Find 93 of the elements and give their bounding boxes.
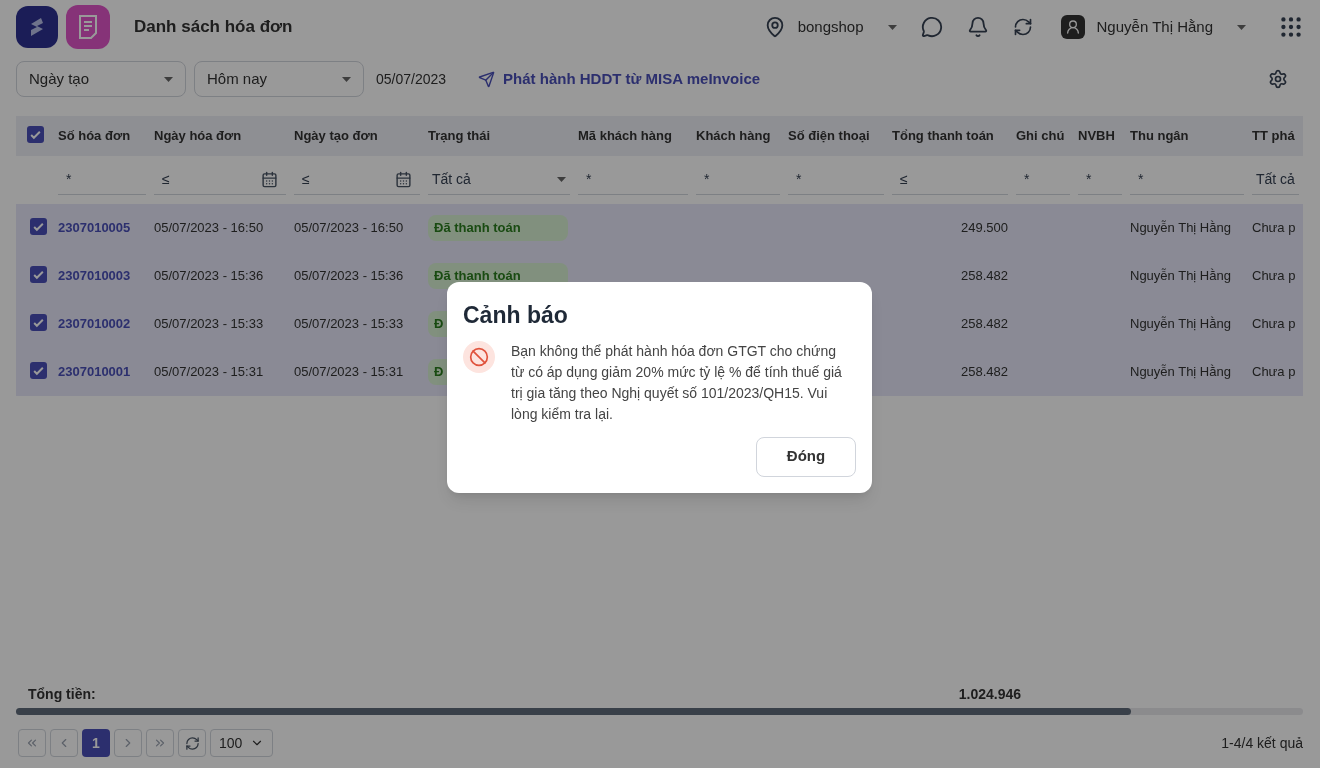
column-header: NVBH bbox=[1074, 116, 1126, 156]
refresh-icon bbox=[184, 735, 200, 751]
table-cell: 05/07/2023 - 15:36 bbox=[154, 268, 264, 284]
filter-field[interactable]: * bbox=[1024, 169, 1062, 190]
select-value: Tất cả bbox=[1256, 170, 1295, 189]
table-cell: Nguyễn Thị Hằng bbox=[1130, 316, 1231, 332]
table-cell: Chưa p bbox=[1252, 364, 1296, 380]
invoice-app-icon[interactable] bbox=[66, 5, 110, 49]
date-text: 05/07/2023 bbox=[376, 69, 447, 89]
status-badge: Đã thanh toán bbox=[428, 215, 568, 241]
column-header: Ngày tạo đơn bbox=[290, 116, 424, 156]
table-cell: 05/07/2023 - 15:36 bbox=[294, 268, 404, 284]
checkbox[interactable] bbox=[27, 125, 44, 143]
checkbox[interactable] bbox=[30, 361, 47, 379]
column-header: Khách hàng bbox=[692, 116, 784, 156]
close-button[interactable]: Đóng bbox=[756, 436, 856, 477]
total-label: Tổng tiền: bbox=[28, 684, 96, 704]
column-header: Trạng thái bbox=[424, 116, 574, 156]
checkbox[interactable] bbox=[30, 313, 47, 331]
checkbox[interactable] bbox=[30, 217, 47, 235]
page-title: Danh sách hóa đơn bbox=[134, 16, 293, 39]
column-header: Tổng thanh toán bbox=[888, 116, 1012, 156]
double-chevron-left-icon bbox=[25, 736, 39, 750]
column-header: Ngày hóa đơn bbox=[150, 116, 290, 156]
table-cell: Nguyễn Thị Hằng bbox=[1130, 268, 1231, 284]
column-header: Số hóa đơn bbox=[54, 116, 150, 156]
store-selector[interactable]: bongshop bbox=[797, 15, 864, 39]
invoice-link[interactable]: 2307010001 bbox=[58, 364, 131, 380]
sync-icon[interactable] bbox=[1012, 17, 1033, 37]
table-cell: 05/07/2023 - 16:50 bbox=[294, 220, 404, 236]
filter-field[interactable]: * bbox=[796, 169, 876, 190]
app-logo[interactable] bbox=[16, 6, 58, 48]
person-icon bbox=[1064, 19, 1081, 35]
caret-icon bbox=[342, 76, 351, 82]
invoice-link[interactable]: 2307010002 bbox=[58, 316, 131, 332]
table-cell: 258.482 bbox=[961, 268, 1008, 284]
filter-field[interactable]: ≤ bbox=[900, 169, 1000, 190]
table-cell: 05/07/2023 - 15:31 bbox=[154, 364, 264, 380]
caret-icon bbox=[557, 177, 566, 182]
table-cell: Nguyễn Thị Hằng bbox=[1130, 364, 1231, 380]
status-filter[interactable]: Tất cả bbox=[428, 165, 570, 195]
caret-icon bbox=[1237, 24, 1246, 30]
table-cell: 05/07/2023 - 15:31 bbox=[294, 364, 404, 380]
filter-field[interactable]: * bbox=[704, 169, 772, 190]
invoice-link[interactable]: 2307010005 bbox=[58, 220, 131, 236]
reload-button[interactable] bbox=[178, 729, 206, 757]
user-avatar[interactable] bbox=[1060, 15, 1085, 39]
publish-link[interactable]: Phát hành HDDT từ MISA meInvoice bbox=[503, 67, 761, 91]
column-header: TT phá bbox=[1248, 116, 1303, 156]
prohibited-icon bbox=[469, 346, 489, 367]
status-filter[interactable]: Tất cả bbox=[1252, 165, 1299, 195]
settings-icon[interactable] bbox=[1268, 69, 1288, 89]
filter-field[interactable]: * bbox=[66, 169, 138, 190]
table-row[interactable]: 2307010005 05/07/2023 - 16:50 05/07/2023 - 16:50 Đã thanh toán 249.500 Nguyễn Thị Hằng Chưa p bbox=[16, 204, 1303, 252]
caret-icon bbox=[887, 24, 897, 30]
user-name[interactable]: Nguyễn Thị Hằng bbox=[1096, 15, 1213, 39]
table-cell: Chưa p bbox=[1252, 316, 1296, 332]
column-header: Số điện thoại bbox=[784, 116, 888, 156]
table-cell: Chưa p bbox=[1252, 268, 1296, 284]
filter-field[interactable]: * bbox=[1138, 169, 1236, 190]
table-cell: 258.482 bbox=[961, 316, 1008, 332]
apps-menu-icon[interactable] bbox=[1278, 14, 1304, 40]
filter-field[interactable]: ≤ bbox=[302, 169, 395, 190]
table-cell: Chưa p bbox=[1252, 220, 1296, 236]
date-field-select[interactable]: Ngày tạo bbox=[16, 61, 186, 97]
document-icon bbox=[76, 14, 100, 40]
column-header: Thu ngân bbox=[1126, 116, 1248, 156]
table-cell: 249.500 bbox=[961, 220, 1008, 236]
table-cell: 258.482 bbox=[961, 364, 1008, 380]
column-header: Ghi chú bbox=[1012, 116, 1074, 156]
date-range-select[interactable]: Hôm nay bbox=[194, 61, 364, 97]
bell-icon[interactable] bbox=[966, 16, 989, 38]
calendar-icon bbox=[395, 171, 412, 188]
caret-icon bbox=[164, 76, 173, 82]
total-amount: 1.024.946 bbox=[958, 684, 1021, 704]
checkbox[interactable] bbox=[30, 265, 47, 283]
send-icon bbox=[478, 70, 496, 88]
table-cell: Nguyễn Thị Hằng bbox=[1130, 220, 1231, 236]
table-cell: 05/07/2023 - 15:33 bbox=[294, 316, 404, 332]
invoice-link[interactable]: 2307010003 bbox=[58, 268, 131, 284]
page-size-select[interactable]: 100 bbox=[210, 729, 274, 757]
page-button[interactable]: 1 bbox=[82, 729, 110, 757]
messenger-icon[interactable] bbox=[920, 16, 943, 38]
column-header: Mã khách hàng bbox=[574, 116, 692, 156]
calendar-icon bbox=[261, 171, 278, 188]
double-chevron-right-icon bbox=[153, 736, 167, 750]
filter-field[interactable]: * bbox=[1086, 169, 1114, 190]
filter-field[interactable]: * bbox=[586, 169, 680, 190]
result-count: 1-4/4 kết quả bbox=[1221, 733, 1303, 753]
select-value: Tất cả bbox=[432, 170, 471, 189]
table-cell: 05/07/2023 - 15:33 bbox=[154, 316, 264, 332]
filter-field[interactable]: ≤ bbox=[162, 169, 261, 190]
table-cell: 05/07/2023 - 16:50 bbox=[154, 220, 264, 236]
